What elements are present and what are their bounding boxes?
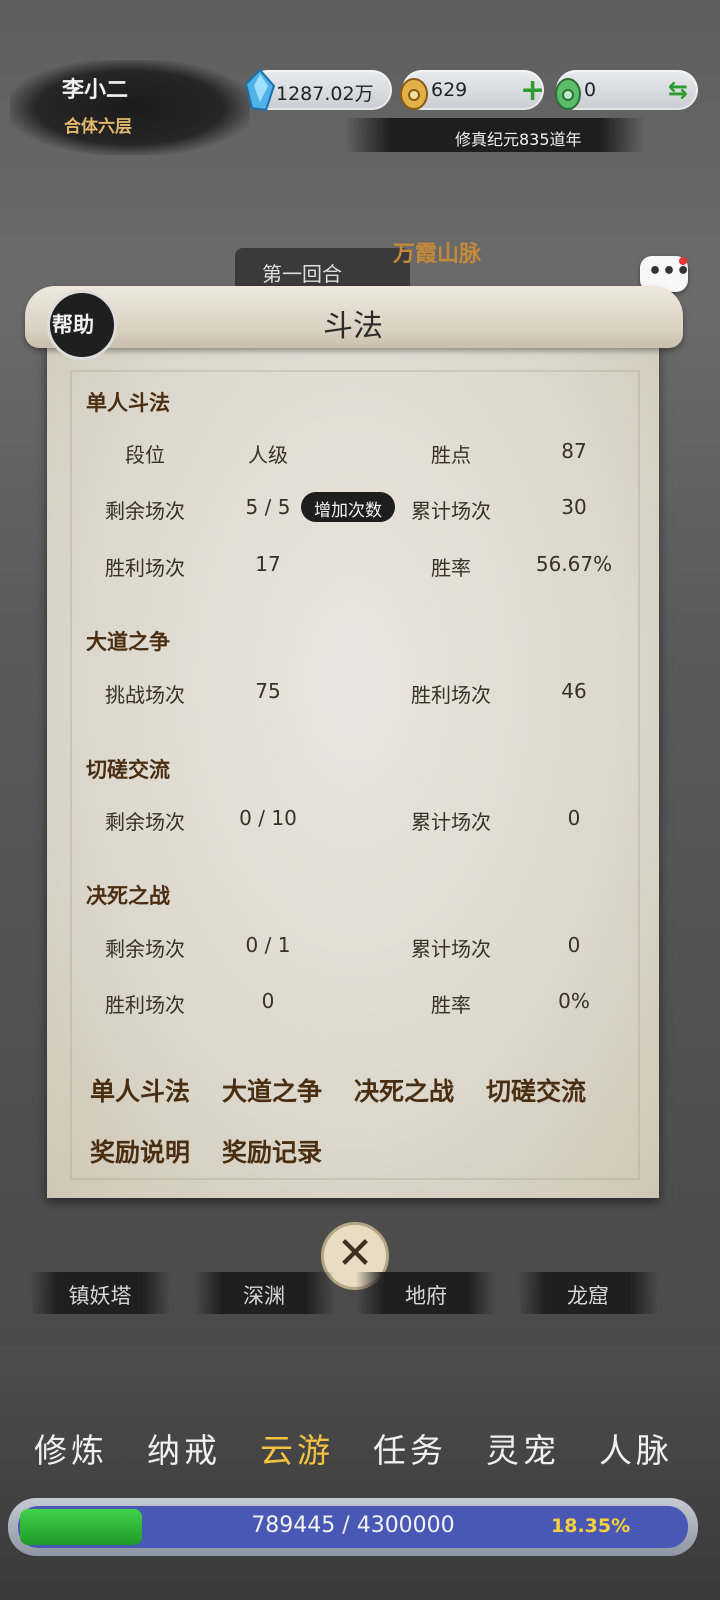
player-name-plate[interactable] (10, 60, 250, 155)
section-title-spar: 切磋交流 (86, 758, 170, 782)
gold-amount: 629 (431, 79, 468, 101)
link-spar[interactable]: 切磋交流 (486, 1072, 586, 1108)
exchange-arrows-icon[interactable]: ⇆ (668, 76, 688, 104)
solo-winrate-value: 56.67% (535, 552, 613, 576)
location-label: 万霞山脉 (393, 241, 482, 267)
nav-item-pets[interactable]: 灵宠 (464, 1424, 582, 1472)
death-remaining-value: 0 / 1 (245, 933, 291, 957)
add-gold-plus-icon[interactable]: + (520, 73, 545, 108)
link-death-battle[interactable]: 决死之战 (354, 1072, 454, 1108)
solo-total-value: 30 (561, 495, 587, 519)
death-wins-value: 0 (261, 989, 275, 1013)
nav-item-storage-ring[interactable]: 纳戒 (125, 1424, 243, 1472)
bottom-nav (0, 1345, 720, 1600)
points-value: 87 (561, 439, 587, 463)
map-tab-abyss-label: 深渊 (243, 1284, 285, 1308)
era-text: 修真纪元835道年 (455, 130, 582, 149)
player-name: 李小二 (62, 78, 129, 103)
dao-challenge-value: 75 (255, 679, 281, 703)
map-tab-dragon-cave-label: 龙窟 (567, 1284, 609, 1308)
death-total-value: 0 (567, 933, 581, 957)
link-dao-contest[interactable]: 大道之争 (222, 1072, 322, 1108)
solo-wins-value: 17 (255, 552, 281, 576)
section-title-death: 决死之战 (86, 884, 170, 908)
player-realm: 合体六层 (64, 117, 132, 137)
jade-pendant-icon (555, 78, 581, 110)
map-tab-demon-tower-label: 镇妖塔 (68, 1284, 132, 1308)
exp-percent: 18.35% (551, 1515, 631, 1537)
spirit-stone-icon (244, 68, 276, 112)
link-solo-duel[interactable]: 单人斗法 (90, 1072, 190, 1108)
nav-item-cultivate[interactable]: 修炼 (12, 1424, 130, 1472)
round-label: 第一回合 (262, 262, 342, 286)
section-title-dao: 大道之争 (86, 630, 170, 654)
link-reward-info[interactable]: 奖励说明 (90, 1133, 190, 1169)
nav-item-tasks[interactable]: 任务 (351, 1424, 469, 1472)
help-label: 帮助 (52, 312, 94, 337)
dao-wins-value: 46 (561, 679, 587, 703)
rank-value: 人级 (248, 443, 288, 467)
link-reward-history[interactable]: 奖励记录 (222, 1133, 322, 1169)
nav-item-travel[interactable]: 云游 (238, 1424, 356, 1472)
gold-ingot-icon (400, 78, 428, 110)
section-title-solo: 单人斗法 (86, 391, 170, 415)
spirit-stone-amount: 1287.02万 (276, 83, 374, 105)
map-tab-underworld-label: 地府 (405, 1284, 447, 1308)
jade-amount: 0 (584, 79, 597, 101)
spar-total-value: 0 (567, 806, 581, 830)
chat-notification-dot (679, 257, 687, 265)
death-winrate-value: 0% (558, 989, 590, 1013)
nav-item-connections[interactable]: 人脉 (577, 1424, 695, 1472)
spar-remaining-value: 0 / 10 (239, 806, 297, 830)
